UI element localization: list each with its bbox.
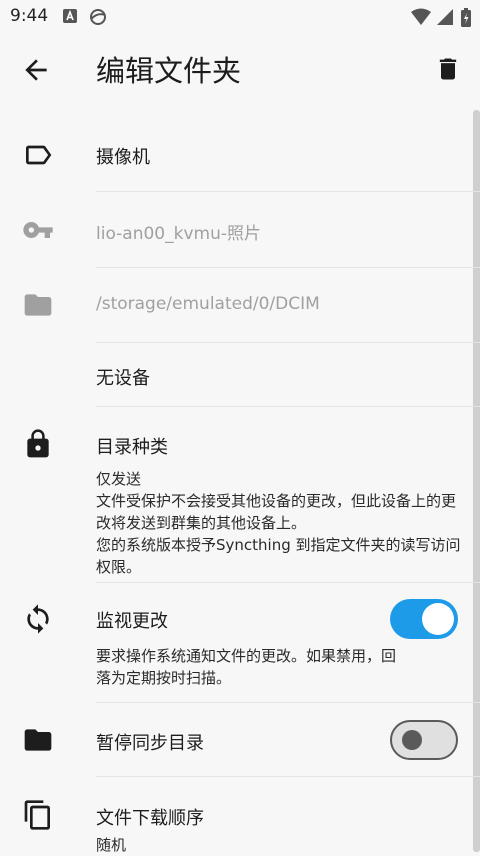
battery-charging-icon xyxy=(461,8,471,27)
cell-signal-icon xyxy=(437,9,453,25)
app-bar: 编辑文件夹 xyxy=(0,34,480,106)
sync-status-icon xyxy=(90,9,106,25)
key-icon xyxy=(23,222,53,238)
divider xyxy=(96,191,480,192)
folder-dark-icon xyxy=(24,729,52,751)
scrollbar[interactable] xyxy=(473,110,480,852)
divider xyxy=(96,267,480,268)
label-icon xyxy=(26,145,52,165)
watch-changes-switch[interactable] xyxy=(390,599,458,639)
lock-icon xyxy=(27,429,49,458)
folder-icon xyxy=(24,294,52,316)
wifi-icon xyxy=(411,8,431,25)
divider xyxy=(96,406,480,407)
pull-order-value: 随机 xyxy=(96,836,127,854)
page-title: 编辑文件夹 xyxy=(96,54,242,88)
folder-type-title[interactable]: 目录种类 xyxy=(96,433,168,459)
folder-type-description: 文件受保护不会接受其他设备的更改，但此设备上的更改将发送到群集的其他设备上。 xyxy=(96,492,457,532)
switch-knob xyxy=(422,603,454,635)
switch-knob xyxy=(402,730,422,750)
devices-label[interactable]: 无设备 xyxy=(96,364,150,390)
status-time: 9:44 xyxy=(10,6,49,26)
divider xyxy=(96,342,480,343)
sync-icon xyxy=(27,604,49,634)
folder-access-note: 您的系统版本授予Syncthing 到指定文件夹的读写访问权限。 xyxy=(96,536,461,576)
delete-icon[interactable] xyxy=(434,54,462,84)
divider xyxy=(96,582,480,583)
copy-icon xyxy=(24,800,50,830)
back-arrow-icon[interactable] xyxy=(20,54,52,86)
notification-a-icon xyxy=(63,9,77,23)
folder-type-value: 仅发送 xyxy=(96,470,142,488)
status-bar: 9:44 xyxy=(0,0,480,34)
folder-path-field: /storage/emulated/0/DCIM xyxy=(96,294,320,314)
watch-changes-description: 要求操作系统通知文件的更改。如果禁用，回落为定期按时扫描。 xyxy=(96,647,397,687)
watch-changes-title: 监视更改 xyxy=(96,611,168,632)
folder-id-field: lio-an00_kvmu-照片 xyxy=(96,224,261,244)
divider xyxy=(96,702,480,703)
pause-sync-title: 暂停同步目录 xyxy=(96,733,204,754)
divider xyxy=(96,776,480,777)
folder-label-input[interactable]: 摄像机 xyxy=(96,143,150,169)
pull-order-title[interactable]: 文件下载顺序 xyxy=(96,804,204,830)
pause-sync-switch[interactable] xyxy=(390,720,458,760)
